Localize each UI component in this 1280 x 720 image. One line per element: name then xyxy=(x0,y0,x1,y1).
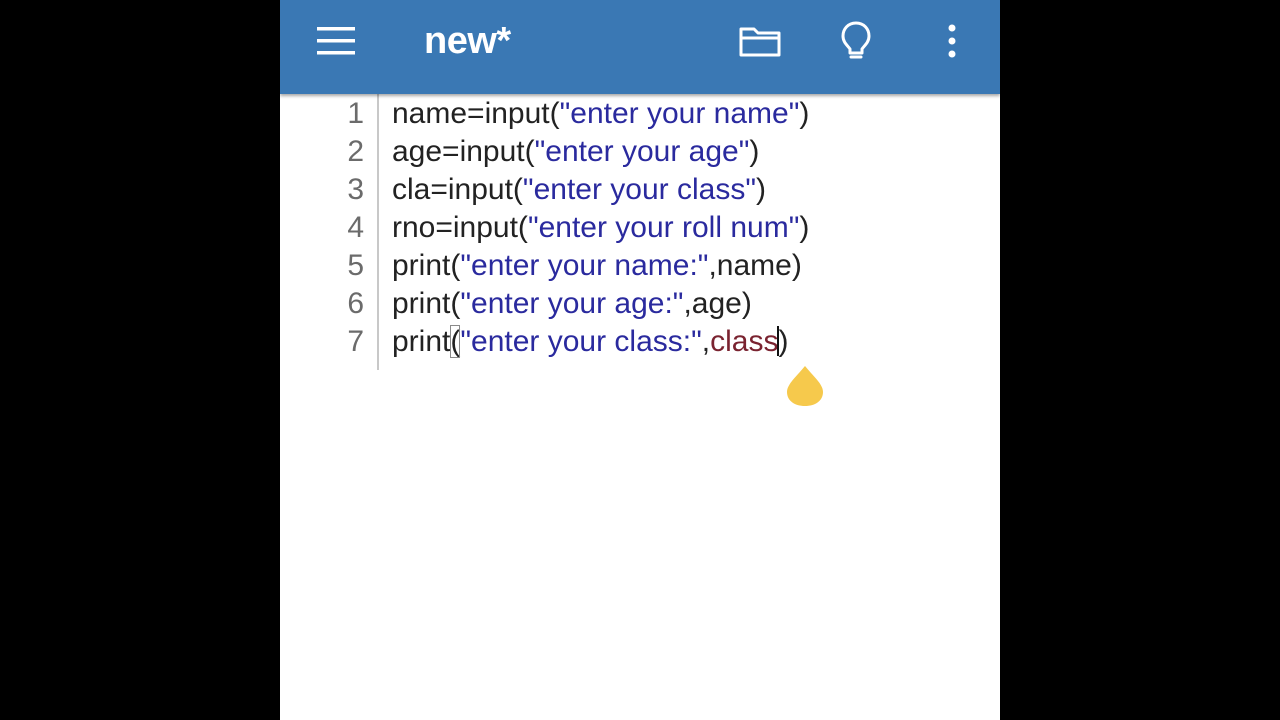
line-code[interactable]: rno=input("enter your roll num") xyxy=(392,209,809,247)
code-line-5[interactable]: 5 print("enter your name:",name) xyxy=(280,247,1000,285)
line-number: 5 xyxy=(347,249,364,282)
file-title: new* xyxy=(424,20,511,62)
line-number: 1 xyxy=(347,97,364,130)
lightbulb-icon xyxy=(841,21,871,59)
code-line-6[interactable]: 6 print("enter your age:",age) xyxy=(280,285,1000,323)
more-options-button[interactable] xyxy=(928,17,976,65)
line-code[interactable]: print("enter your name:",name) xyxy=(392,247,802,285)
app-bar: new* xyxy=(280,0,1000,94)
code-line-7[interactable]: 7 print("enter your class:",class) xyxy=(280,323,1000,361)
run-hint-button[interactable] xyxy=(832,17,880,65)
code-line-3[interactable]: 3 cla=input("enter your class") xyxy=(280,171,1000,209)
open-folder-button[interactable] xyxy=(736,17,784,65)
text-cursor-handle[interactable] xyxy=(785,364,825,408)
line-code[interactable]: cla=input("enter your class") xyxy=(392,171,766,209)
phone-screen: new* 1 name=input("enter your name") 2 a… xyxy=(280,0,1000,720)
code-line-1[interactable]: 1 name=input("enter your name") xyxy=(280,95,1000,133)
code-line-2[interactable]: 2 age=input("enter your age") xyxy=(280,133,1000,171)
line-number: 4 xyxy=(347,211,364,244)
code-editor[interactable]: 1 name=input("enter your name") 2 age=in… xyxy=(280,94,1000,720)
menu-button[interactable] xyxy=(312,17,360,65)
hamburger-menu-icon xyxy=(317,27,355,55)
line-number: 3 xyxy=(347,173,364,206)
line-number: 6 xyxy=(347,287,364,320)
line-number: 7 xyxy=(347,325,364,358)
folder-icon xyxy=(739,27,781,57)
line-code[interactable]: print("enter your age:",age) xyxy=(392,285,752,323)
line-code[interactable]: name=input("enter your name") xyxy=(392,95,809,133)
line-code[interactable]: age=input("enter your age") xyxy=(392,133,759,171)
code-line-4[interactable]: 4 rno=input("enter your roll num") xyxy=(280,209,1000,247)
line-code[interactable]: print("enter your class:",class) xyxy=(392,323,788,361)
line-number: 2 xyxy=(347,135,364,168)
more-vertical-icon xyxy=(948,24,956,58)
